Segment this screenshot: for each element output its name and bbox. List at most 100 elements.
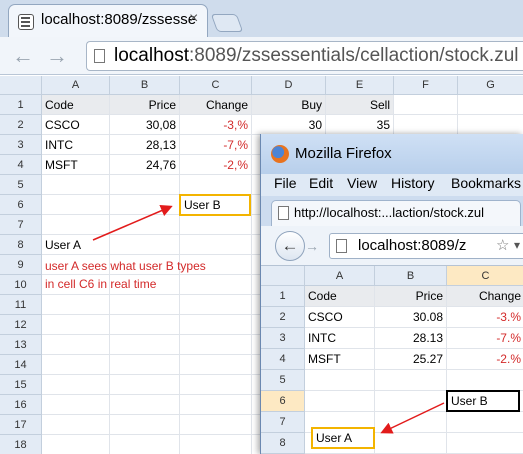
col-header-a[interactable]: A [42,76,110,95]
cell-a8-user-a[interactable]: User A [311,427,375,449]
row-header[interactable]: 6 [0,195,42,215]
cell-c3[interactable]: -7,% [180,135,252,155]
col-header-a[interactable]: A [305,266,375,286]
cell-d2[interactable]: 30 [252,115,326,135]
chrome-toolbar: ← → localhost:8089/zssessentials/cellact… [0,37,523,75]
row-header[interactable]: 4 [261,349,305,370]
menu-view[interactable]: View [347,175,377,191]
cell-b1[interactable]: Price [110,95,180,115]
cell-a3[interactable]: INTC [42,135,110,155]
cell-c3[interactable]: -7.% [447,328,523,349]
new-tab-button[interactable] [210,14,244,32]
cell-e2[interactable]: 35 [326,115,394,135]
firefox-window: Mozilla Firefox File Edit View History B… [260,134,523,454]
col-header-c[interactable]: C [180,76,252,95]
row-header[interactable]: 1 [261,286,305,307]
row-header[interactable]: 15 [0,375,42,395]
col-header-b[interactable]: B [110,76,180,95]
cell-b4[interactable]: 24,76 [110,155,180,175]
forward-arrow-icon[interactable]: → [46,43,68,69]
cell-b4[interactable]: 25.27 [375,349,447,370]
row-header[interactable]: 7 [0,215,42,235]
row-header[interactable]: 10 [0,275,42,295]
row-header[interactable]: 2 [0,115,42,135]
cell-c4[interactable]: -2,% [180,155,252,175]
col-header-e[interactable]: E [326,76,394,95]
cell-b3[interactable]: 28,13 [110,135,180,155]
url-dropdown-icon[interactable]: ▾ [514,238,520,252]
row-header[interactable]: 13 [0,335,42,355]
cell-c4[interactable]: -2.% [447,349,523,370]
cell-e1[interactable]: Sell [326,95,394,115]
row-header[interactable]: 6 [261,391,305,412]
cell-a4[interactable]: MSFT [305,349,375,370]
bookmark-star-icon[interactable]: ☆ [496,236,509,254]
cell-b2[interactable]: 30.08 [375,307,447,328]
menu-edit[interactable]: Edit [309,175,333,191]
row-header[interactable]: 8 [0,235,42,255]
cell-a1[interactable]: Code [305,286,375,307]
col-header-c[interactable]: C [447,266,523,286]
annotation-note-line-1: user A sees what user B types [45,259,206,273]
cell-c1[interactable]: Change [447,286,523,307]
grid-corner [261,266,305,286]
cell-b2[interactable]: 30,08 [110,115,180,135]
row-header[interactable]: 11 [0,295,42,315]
back-arrow-icon[interactable]: ← [12,43,34,69]
menu-bookmarks[interactable]: Bookmarks [451,175,521,191]
url-text: localhost:8089/zssessentials/cellaction/… [114,45,519,66]
cell-a4[interactable]: MSFT [42,155,110,175]
firefox-tab[interactable]: http://localhost:...laction/stock.zul [271,200,521,226]
window-title: Mozilla Firefox [295,145,392,162]
forward-arrow-icon[interactable]: → [305,238,319,254]
row-header[interactable]: 8 [261,433,305,454]
cell-c6-selected[interactable]: User B [446,390,520,412]
col-header-f[interactable]: F [394,76,458,95]
cell-c2[interactable]: -3.% [447,307,523,328]
row-header[interactable]: 3 [261,328,305,349]
firefox-titlebar: Mozilla Firefox [261,134,523,174]
page-icon [278,206,289,220]
cell-c6-user-b[interactable]: User B [179,194,251,216]
annotation-note-line-2: in cell C6 in real time [45,277,157,291]
cell-a8[interactable]: User A [42,235,162,255]
grid-corner [0,76,42,95]
firefox-logo-icon [271,145,289,163]
cell-a3[interactable]: INTC [305,328,375,349]
back-arrow-icon[interactable]: ← [275,231,305,261]
row-header[interactable]: 12 [0,315,42,335]
address-bar[interactable]: localhost:8089/zssessentials/cellaction/… [86,41,523,71]
address-bar[interactable]: localhost:8089/z ☆ ▾ [329,233,523,259]
cell-a2[interactable]: CSCO [42,115,110,135]
row-header[interactable]: 2 [261,307,305,328]
col-header-b[interactable]: B [375,266,447,286]
row-header[interactable]: 4 [0,155,42,175]
row-header[interactable]: 14 [0,355,42,375]
cell-c2[interactable]: -3,% [180,115,252,135]
row-header[interactable]: 7 [261,412,305,433]
cell-b1[interactable]: Price [375,286,447,307]
close-icon[interactable]: × [189,10,198,28]
cell-a1[interactable]: Code [42,95,110,115]
col-header-d[interactable]: D [252,76,326,95]
row-header[interactable]: 9 [0,255,42,275]
row-header[interactable]: 3 [0,135,42,155]
col-header-g[interactable]: G [458,76,523,95]
url-text: localhost:8089/z [358,237,467,254]
cell-d1[interactable]: Buy [252,95,326,115]
chrome-tab[interactable]: localhost:8089/zssesse × [8,4,208,37]
chrome-tab-title: localhost:8089/zssesse [41,11,197,28]
firefox-nav-bar: ← → localhost:8089/z ☆ ▾ [261,226,523,266]
row-header[interactable]: 5 [261,370,305,391]
cell-b3[interactable]: 28.13 [375,328,447,349]
row-header[interactable]: 16 [0,395,42,415]
menu-history[interactable]: History [391,175,435,191]
menu-file[interactable]: File [274,175,297,191]
row-header[interactable]: 1 [0,95,42,115]
cell-c1[interactable]: Change [180,95,252,115]
row-header[interactable]: 5 [0,175,42,195]
row-header[interactable]: 17 [0,415,42,435]
spreadsheet-user-b: A B C 1 2 3 4 5 6 7 8 Code Price Change … [261,266,523,454]
row-header[interactable]: 18 [0,435,42,454]
cell-a2[interactable]: CSCO [305,307,375,328]
